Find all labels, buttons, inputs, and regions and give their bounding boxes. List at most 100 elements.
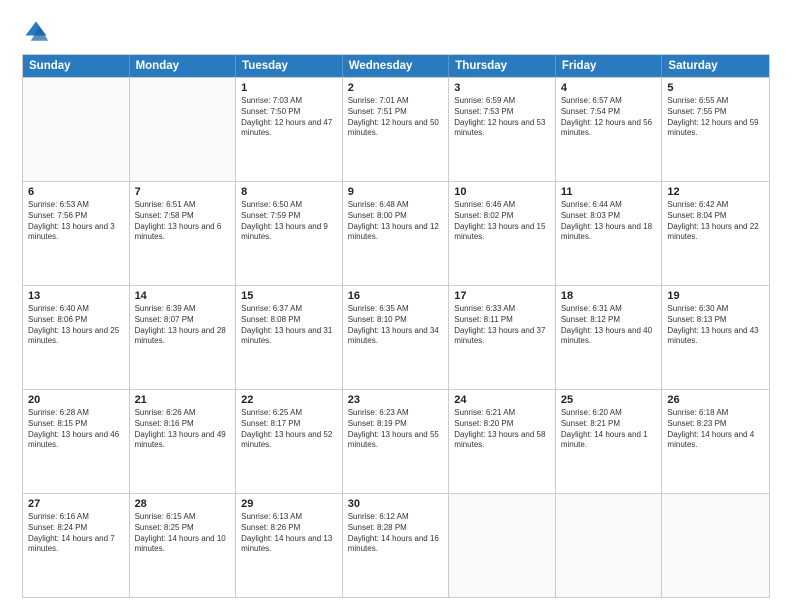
day-info: Sunrise: 6:12 AM Sunset: 8:28 PM Dayligh… xyxy=(348,512,444,555)
day-number: 16 xyxy=(348,290,444,302)
day-info: Sunrise: 6:55 AM Sunset: 7:55 PM Dayligh… xyxy=(667,96,764,139)
day-info: Sunrise: 6:51 AM Sunset: 7:58 PM Dayligh… xyxy=(135,200,231,243)
day-info: Sunrise: 6:42 AM Sunset: 8:04 PM Dayligh… xyxy=(667,200,764,243)
day-info: Sunrise: 6:20 AM Sunset: 8:21 PM Dayligh… xyxy=(561,408,657,451)
day-info: Sunrise: 6:30 AM Sunset: 8:13 PM Dayligh… xyxy=(667,304,764,347)
logo xyxy=(22,18,54,46)
calendar-cell: 8Sunrise: 6:50 AM Sunset: 7:59 PM Daylig… xyxy=(236,182,343,285)
header xyxy=(22,18,770,46)
day-info: Sunrise: 6:57 AM Sunset: 7:54 PM Dayligh… xyxy=(561,96,657,139)
day-number: 23 xyxy=(348,394,444,406)
day-number: 13 xyxy=(28,290,124,302)
calendar-cell: 6 Sunrise: 6:53 AM Sunset: 7:56 PM Daylig… xyxy=(23,182,130,285)
day-info: Sunrise: 6:33 AM Sunset: 8:11 PM Dayligh… xyxy=(454,304,550,347)
weekday-header: Sunday xyxy=(23,55,130,77)
calendar-cell: 25 Sunrise: 6:20 AM Sunset: 8:21 PM Dayli… xyxy=(556,390,663,493)
calendar-cell: 11 Sunrise: 6:44 AM Sunset: 8:03 PM Dayli… xyxy=(556,182,663,285)
calendar-row: 1 Sunrise: 7:03 AM Sunset: 7:50 PM Daylig… xyxy=(23,77,769,181)
day-info: Sunrise: 6:13 AM Sunset: 8:26 PM Dayligh… xyxy=(241,512,337,555)
day-number: 9 xyxy=(348,186,444,198)
weekday-header: Friday xyxy=(556,55,663,77)
calendar-cell: 26Sunrise: 6:18 AM Sunset: 8:23 PM Dayli… xyxy=(662,390,769,493)
day-number: 28 xyxy=(135,498,231,510)
day-info: Sunrise: 6:44 AM Sunset: 8:03 PM Dayligh… xyxy=(561,200,657,243)
calendar-cell: 2 Sunrise: 7:01 AM Sunset: 7:51 PM Daylig… xyxy=(343,78,450,181)
day-number: 1 xyxy=(241,82,337,94)
weekday-header: Tuesday xyxy=(236,55,343,77)
day-info: Sunrise: 7:03 AM Sunset: 7:50 PM Dayligh… xyxy=(241,96,337,139)
day-number: 3 xyxy=(454,82,550,94)
calendar-cell: 30 Sunrise: 6:12 AM Sunset: 8:28 PM Dayli… xyxy=(343,494,450,597)
calendar-row: 20 Sunrise: 6:28 AM Sunset: 8:15 PM Dayli… xyxy=(23,389,769,493)
page: SundayMondayTuesdayWednesdayThursdayFrid… xyxy=(0,0,792,612)
day-number: 21 xyxy=(135,394,231,406)
weekday-header: Saturday xyxy=(662,55,769,77)
day-number: 4 xyxy=(561,82,657,94)
day-info: Sunrise: 6:35 AM Sunset: 8:10 PM Dayligh… xyxy=(348,304,444,347)
day-info: Sunrise: 6:31 AM Sunset: 8:12 PM Dayligh… xyxy=(561,304,657,347)
day-number: 6 xyxy=(28,186,124,198)
day-number: 18 xyxy=(561,290,657,302)
day-number: 11 xyxy=(561,186,657,198)
calendar-cell: 15 Sunrise: 6:37 AM Sunset: 8:08 PM Dayli… xyxy=(236,286,343,389)
day-info: Sunrise: 6:53 AM Sunset: 7:56 PM Dayligh… xyxy=(28,200,124,243)
day-number: 29 xyxy=(241,498,337,510)
day-info: Sunrise: 6:26 AM Sunset: 8:16 PM Dayligh… xyxy=(135,408,231,451)
calendar-cell: 23 Sunrise: 6:23 AM Sunset: 8:19 PM Dayli… xyxy=(343,390,450,493)
calendar-cell: 13 Sunrise: 6:40 AM Sunset: 8:06 PM Dayli… xyxy=(23,286,130,389)
calendar-cell: 28 Sunrise: 6:15 AM Sunset: 8:25 PM Dayli… xyxy=(130,494,237,597)
day-info: Sunrise: 6:37 AM Sunset: 8:08 PM Dayligh… xyxy=(241,304,337,347)
calendar-cell: 24Sunrise: 6:21 AM Sunset: 8:20 PM Dayli… xyxy=(449,390,556,493)
day-info: Sunrise: 6:28 AM Sunset: 8:15 PM Dayligh… xyxy=(28,408,124,451)
calendar-cell: 27 Sunrise: 6:16 AM Sunset: 8:24 PM Dayli… xyxy=(23,494,130,597)
day-info: Sunrise: 6:46 AM Sunset: 8:02 PM Dayligh… xyxy=(454,200,550,243)
calendar-cell: 21 Sunrise: 6:26 AM Sunset: 8:16 PM Dayli… xyxy=(130,390,237,493)
calendar-cell: 12 Sunrise: 6:42 AM Sunset: 8:04 PM Dayli… xyxy=(662,182,769,285)
day-info: Sunrise: 6:40 AM Sunset: 8:06 PM Dayligh… xyxy=(28,304,124,347)
calendar-cell xyxy=(662,494,769,597)
day-info: Sunrise: 7:01 AM Sunset: 7:51 PM Dayligh… xyxy=(348,96,444,139)
weekday-header: Monday xyxy=(130,55,237,77)
day-number: 12 xyxy=(667,186,764,198)
day-number: 2 xyxy=(348,82,444,94)
calendar-cell: 14Sunrise: 6:39 AM Sunset: 8:07 PM Dayli… xyxy=(130,286,237,389)
calendar-cell: 10 Sunrise: 6:46 AM Sunset: 8:02 PM Dayli… xyxy=(449,182,556,285)
calendar-cell xyxy=(130,78,237,181)
day-number: 15 xyxy=(241,290,337,302)
calendar-body: 1 Sunrise: 7:03 AM Sunset: 7:50 PM Daylig… xyxy=(23,77,769,597)
calendar-row: 27 Sunrise: 6:16 AM Sunset: 8:24 PM Dayli… xyxy=(23,493,769,597)
day-number: 27 xyxy=(28,498,124,510)
day-number: 10 xyxy=(454,186,550,198)
calendar-cell: 29 Sunrise: 6:13 AM Sunset: 8:26 PM Dayli… xyxy=(236,494,343,597)
calendar-header: SundayMondayTuesdayWednesdayThursdayFrid… xyxy=(23,55,769,77)
day-number: 8 xyxy=(241,186,337,198)
day-number: 20 xyxy=(28,394,124,406)
calendar-cell: 17 Sunrise: 6:33 AM Sunset: 8:11 PM Dayli… xyxy=(449,286,556,389)
day-number: 25 xyxy=(561,394,657,406)
day-info: Sunrise: 6:59 AM Sunset: 7:53 PM Dayligh… xyxy=(454,96,550,139)
calendar: SundayMondayTuesdayWednesdayThursdayFrid… xyxy=(22,54,770,598)
day-number: 17 xyxy=(454,290,550,302)
calendar-cell: 18 Sunrise: 6:31 AM Sunset: 8:12 PM Dayli… xyxy=(556,286,663,389)
calendar-row: 13 Sunrise: 6:40 AM Sunset: 8:06 PM Dayli… xyxy=(23,285,769,389)
calendar-cell: 9 Sunrise: 6:48 AM Sunset: 8:00 PM Daylig… xyxy=(343,182,450,285)
day-info: Sunrise: 6:23 AM Sunset: 8:19 PM Dayligh… xyxy=(348,408,444,451)
weekday-header: Wednesday xyxy=(343,55,450,77)
day-number: 19 xyxy=(667,290,764,302)
calendar-cell: 16 Sunrise: 6:35 AM Sunset: 8:10 PM Dayli… xyxy=(343,286,450,389)
calendar-cell: 22Sunrise: 6:25 AM Sunset: 8:17 PM Dayli… xyxy=(236,390,343,493)
day-info: Sunrise: 6:21 AM Sunset: 8:20 PM Dayligh… xyxy=(454,408,550,451)
calendar-cell: 7 Sunrise: 6:51 AM Sunset: 7:58 PM Daylig… xyxy=(130,182,237,285)
day-number: 30 xyxy=(348,498,444,510)
day-info: Sunrise: 6:48 AM Sunset: 8:00 PM Dayligh… xyxy=(348,200,444,243)
calendar-cell xyxy=(556,494,663,597)
calendar-row: 6 Sunrise: 6:53 AM Sunset: 7:56 PM Daylig… xyxy=(23,181,769,285)
day-info: Sunrise: 6:39 AM Sunset: 8:07 PM Dayligh… xyxy=(135,304,231,347)
day-info: Sunrise: 6:16 AM Sunset: 8:24 PM Dayligh… xyxy=(28,512,124,555)
day-info: Sunrise: 6:15 AM Sunset: 8:25 PM Dayligh… xyxy=(135,512,231,555)
calendar-cell: 19 Sunrise: 6:30 AM Sunset: 8:13 PM Dayli… xyxy=(662,286,769,389)
logo-icon xyxy=(22,18,50,46)
calendar-cell xyxy=(23,78,130,181)
calendar-cell: 1 Sunrise: 7:03 AM Sunset: 7:50 PM Daylig… xyxy=(236,78,343,181)
day-number: 7 xyxy=(135,186,231,198)
